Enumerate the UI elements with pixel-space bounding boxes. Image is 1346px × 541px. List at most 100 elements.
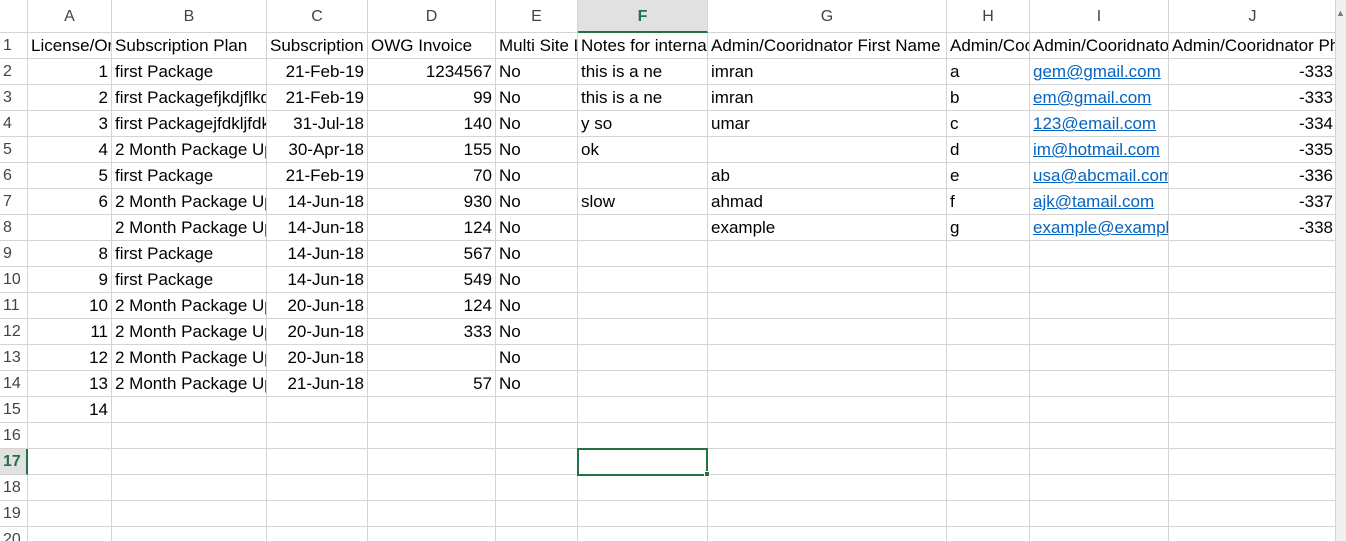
cell-d19[interactable] [368, 501, 496, 527]
cell-f10[interactable] [578, 267, 708, 293]
row-header-4[interactable]: 4 [0, 111, 28, 137]
cell-e3[interactable]: No [496, 85, 578, 111]
cell-f18[interactable] [578, 475, 708, 501]
cell-b8[interactable]: 2 Month Package Up [112, 215, 267, 241]
cell-g2[interactable]: imran [708, 59, 947, 85]
email-link[interactable]: 123@email.com [1033, 114, 1156, 133]
row-header-2[interactable]: 2 [0, 59, 28, 85]
cell-e1[interactable]: Multi Site License [496, 33, 578, 59]
cell-e17[interactable] [496, 449, 578, 475]
row-header-10[interactable]: 10 [0, 267, 28, 293]
row-header-1[interactable]: 1 [0, 33, 28, 59]
cell-g20[interactable] [708, 527, 947, 541]
cell-e10[interactable]: No [496, 267, 578, 293]
cell-a15[interactable]: 14 [28, 397, 112, 423]
cell-c5[interactable]: 30-Apr-18 [267, 137, 368, 163]
cell-h5[interactable]: d [947, 137, 1030, 163]
cell-j12[interactable] [1169, 319, 1337, 345]
cell-f19[interactable] [578, 501, 708, 527]
cell-h19[interactable] [947, 501, 1030, 527]
row-header-3[interactable]: 3 [0, 85, 28, 111]
cell-g5[interactable] [708, 137, 947, 163]
cell-g18[interactable] [708, 475, 947, 501]
cell-e5[interactable]: No [496, 137, 578, 163]
cell-j17[interactable] [1169, 449, 1337, 475]
cell-j3[interactable]: -333 [1169, 85, 1337, 111]
cell-i10[interactable] [1030, 267, 1169, 293]
cell-c7[interactable]: 14-Jun-18 [267, 189, 368, 215]
cell-h7[interactable]: f [947, 189, 1030, 215]
cell-j20[interactable] [1169, 527, 1337, 541]
cell-j15[interactable] [1169, 397, 1337, 423]
cell-f16[interactable] [578, 423, 708, 449]
cell-b5[interactable]: 2 Month Package Up [112, 137, 267, 163]
cell-f2[interactable]: this is a ne [578, 59, 708, 85]
cell-d1[interactable]: OWG Invoice [368, 33, 496, 59]
row-header-9[interactable]: 9 [0, 241, 28, 267]
row-header-15[interactable]: 15 [0, 397, 28, 423]
cell-e18[interactable] [496, 475, 578, 501]
cell-f12[interactable] [578, 319, 708, 345]
cell-i9[interactable] [1030, 241, 1169, 267]
cell-f11[interactable] [578, 293, 708, 319]
cell-a7[interactable]: 6 [28, 189, 112, 215]
cell-j6[interactable]: -336 [1169, 163, 1337, 189]
cell-g8[interactable]: example [708, 215, 947, 241]
column-header-c[interactable]: C [267, 0, 368, 33]
row-header-7[interactable]: 7 [0, 189, 28, 215]
cell-e9[interactable]: No [496, 241, 578, 267]
cell-j4[interactable]: -334 [1169, 111, 1337, 137]
email-link[interactable]: em@gmail.com [1033, 88, 1151, 107]
cell-h8[interactable]: g [947, 215, 1030, 241]
cell-j8[interactable]: -338 [1169, 215, 1337, 241]
cell-c14[interactable]: 21-Jun-18 [267, 371, 368, 397]
cell-b10[interactable]: first Package [112, 267, 267, 293]
cell-a9[interactable]: 8 [28, 241, 112, 267]
cell-f3[interactable]: this is a ne [578, 85, 708, 111]
cell-j11[interactable] [1169, 293, 1337, 319]
cell-g1[interactable]: Admin/Cooridnator First Name [708, 33, 947, 59]
cell-e12[interactable]: No [496, 319, 578, 345]
cell-c9[interactable]: 14-Jun-18 [267, 241, 368, 267]
cell-e11[interactable]: No [496, 293, 578, 319]
cell-b18[interactable] [112, 475, 267, 501]
cell-a14[interactable]: 13 [28, 371, 112, 397]
cell-i5[interactable]: im@hotmail.com [1030, 137, 1169, 163]
cell-d16[interactable] [368, 423, 496, 449]
cell-b2[interactable]: first Package [112, 59, 267, 85]
cell-a16[interactable] [28, 423, 112, 449]
cell-b7[interactable]: 2 Month Package Up [112, 189, 267, 215]
cell-b17[interactable] [112, 449, 267, 475]
cell-a2[interactable]: 1 [28, 59, 112, 85]
cell-h17[interactable] [947, 449, 1030, 475]
cell-a11[interactable]: 10 [28, 293, 112, 319]
cell-g3[interactable]: imran [708, 85, 947, 111]
cell-h13[interactable] [947, 345, 1030, 371]
cell-e15[interactable] [496, 397, 578, 423]
cell-e7[interactable]: No [496, 189, 578, 215]
row-header-19[interactable]: 19 [0, 501, 28, 527]
cell-e13[interactable]: No [496, 345, 578, 371]
cell-j18[interactable] [1169, 475, 1337, 501]
cell-j2[interactable]: -333 [1169, 59, 1337, 85]
cell-i1[interactable]: Admin/Cooridnator [1030, 33, 1169, 59]
cell-e14[interactable]: No [496, 371, 578, 397]
cell-c20[interactable] [267, 527, 368, 541]
cell-i4[interactable]: 123@email.com [1030, 111, 1169, 137]
cell-d2[interactable]: 1234567 [368, 59, 496, 85]
cell-c4[interactable]: 31-Jul-18 [267, 111, 368, 137]
cell-b20[interactable] [112, 527, 267, 541]
cell-c13[interactable]: 20-Jun-18 [267, 345, 368, 371]
email-link[interactable]: im@hotmail.com [1033, 140, 1160, 159]
cell-b13[interactable]: 2 Month Package Up [112, 345, 267, 371]
cell-e16[interactable] [496, 423, 578, 449]
cell-f1[interactable]: Notes for internal [578, 33, 708, 59]
cell-i12[interactable] [1030, 319, 1169, 345]
cell-a4[interactable]: 3 [28, 111, 112, 137]
cell-i2[interactable]: gem@gmail.com [1030, 59, 1169, 85]
cell-f6[interactable] [578, 163, 708, 189]
cell-h14[interactable] [947, 371, 1030, 397]
cell-b12[interactable]: 2 Month Package Up [112, 319, 267, 345]
cell-f4[interactable]: y so [578, 111, 708, 137]
cell-h15[interactable] [947, 397, 1030, 423]
